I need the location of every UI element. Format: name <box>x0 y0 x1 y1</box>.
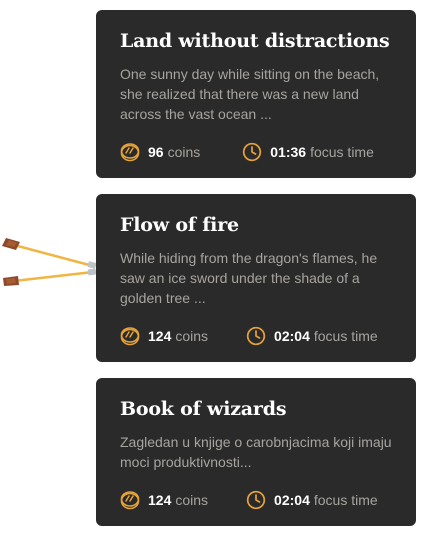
focus-time-value: 02:04 <box>274 492 310 508</box>
focus-time-label: focus time <box>310 144 374 160</box>
card-description: While hiding from the dragon's flames, h… <box>120 250 378 306</box>
coin-icon <box>120 142 140 162</box>
coins-value: 124 <box>148 328 172 344</box>
card-title: Land without distractions <box>120 30 390 52</box>
card-description: One sunny day while sitting on the beach… <box>120 66 380 122</box>
story-card[interactable]: Land without distractions One sunny day … <box>96 10 416 178</box>
coins-label: coins <box>175 328 209 344</box>
focus-time-stat: 02:04 focus time <box>246 490 378 510</box>
coins-label: coins <box>175 492 209 508</box>
focus-time-label: focus time <box>313 328 378 344</box>
coin-icon <box>120 490 140 510</box>
story-card[interactable]: Flow of fire While hiding from the drago… <box>96 194 416 362</box>
card-meta: 124 coins 02:04 focus time <box>120 325 378 347</box>
coins-label: coins <box>167 144 201 160</box>
coins-stat: 96 coins <box>120 142 200 162</box>
focus-time-stat: 02:04 focus time <box>246 326 378 346</box>
card-title: Book of wizards <box>120 398 287 420</box>
arrows-icon <box>2 238 97 286</box>
focus-time-stat: 01:36 focus time <box>242 142 374 162</box>
coins-value: 96 <box>148 144 164 160</box>
card-title: Flow of fire <box>120 214 239 236</box>
clock-icon <box>246 490 266 510</box>
clock-icon <box>242 142 262 162</box>
card-meta: 124 coins 02:04 focus time <box>120 489 378 511</box>
focus-time-label: focus time <box>313 492 378 508</box>
coins-stat: 124 coins <box>120 326 208 346</box>
story-card[interactable]: Book of wizards Zagledan u knjige o caro… <box>96 378 416 526</box>
focus-time-value: 01:36 <box>270 144 307 160</box>
focus-time-value: 02:04 <box>274 328 310 344</box>
coins-value: 124 <box>148 492 172 508</box>
clock-icon <box>246 326 266 346</box>
coins-stat: 124 coins <box>120 490 208 510</box>
card-meta: 96 coins 01:36 focus time <box>120 141 374 163</box>
coin-icon <box>120 326 140 346</box>
card-description: Zagledan u knjige o carobnjacima koji im… <box>120 434 392 470</box>
